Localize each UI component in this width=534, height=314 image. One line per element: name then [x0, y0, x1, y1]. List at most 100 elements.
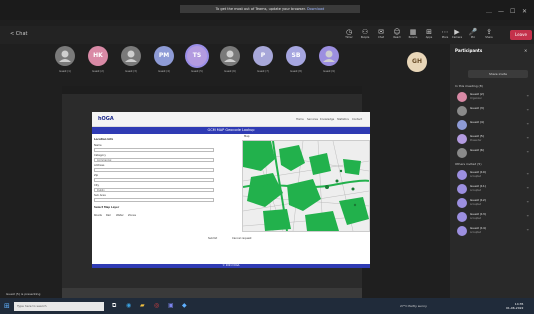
category-select[interactable]: Commercial: [94, 158, 214, 162]
form-section-title: Location Info: [94, 138, 114, 141]
participant-avatar[interactable]: [319, 46, 339, 66]
webpage-nav-link[interactable]: Contact: [352, 118, 362, 121]
map-canvas: [243, 141, 369, 231]
browser-update-notice: To get the most out of Teams, update you…: [180, 5, 360, 13]
field-label: City: [94, 184, 100, 187]
self-avatar[interactable]: GH: [407, 52, 427, 72]
webpage-title: GCM MAP Geocode Lookup: [92, 127, 370, 134]
chrome-icon[interactable]: ◎: [154, 302, 159, 309]
participant-row[interactable]: Guest (11) Accepted ⌁: [457, 183, 531, 197]
participant-row[interactable]: Guest (13) Accepted ⌁: [457, 211, 531, 225]
mic-button[interactable]: 🎤 Mic: [466, 28, 480, 39]
participant-avatar[interactable]: TS: [187, 46, 207, 66]
toolbar-label: Camera: [451, 36, 463, 39]
store-icon[interactable]: ◆: [182, 302, 187, 309]
teams-icon[interactable]: ▣: [168, 302, 174, 309]
clock-button[interactable]: ◷ Timer: [342, 28, 356, 39]
avatar: [457, 170, 467, 180]
leave-button[interactable]: Leave: [510, 30, 532, 40]
mic-off-icon: ⌁: [526, 213, 529, 218]
participant-name: Guest (8): [290, 70, 302, 73]
field-label: Name: [94, 144, 102, 147]
taskbar-search-input[interactable]: Type here to search: [14, 302, 104, 311]
apps-button[interactable]: ⊞ Apps: [422, 28, 436, 39]
clock-date: 01-06-2022: [506, 306, 524, 310]
participant-avatar[interactable]: HK: [88, 46, 108, 66]
avatar: [457, 148, 467, 158]
others-invited-section[interactable]: Others invited (5): [455, 162, 482, 166]
people-button[interactable]: ⚇ People: [358, 28, 372, 39]
task-view-icon[interactable]: ⧉: [112, 302, 116, 310]
layer-option[interactable]: Zones: [128, 214, 136, 217]
participant-row[interactable]: Guest (5) Presenter ⌁: [457, 133, 531, 147]
share-button[interactable]: ⇪ Share: [482, 28, 496, 39]
participant-row[interactable]: Guest (4) ⌁: [457, 119, 531, 133]
minimize-icon[interactable]: —: [498, 8, 504, 15]
participant-row-name: Guest (11): [470, 184, 486, 188]
participant-row-status: Presenter: [470, 139, 482, 142]
avatar: [457, 198, 467, 208]
close-window-icon[interactable]: ✕: [522, 8, 527, 15]
share-icon: ⇪: [486, 28, 492, 36]
maximize-icon[interactable]: ☐: [510, 8, 515, 15]
system-clock[interactable]: 14:35 01-06-2022: [506, 302, 523, 310]
participant-avatar[interactable]: [121, 46, 141, 66]
participant-avatar[interactable]: [220, 46, 240, 66]
participant-avatar[interactable]: [55, 46, 75, 66]
explorer-icon[interactable]: ▰: [140, 302, 145, 309]
webpage-nav-link[interactable]: Home: [296, 118, 304, 121]
participant-row[interactable]: Guest (14) Accepted ⌁: [457, 225, 531, 239]
participant-avatar[interactable]: PM: [154, 46, 174, 66]
layer-option[interactable]: Rail: [106, 214, 111, 217]
in-meeting-section[interactable]: In this meeting (8): [455, 84, 483, 88]
webpage-logo: hOGA: [98, 116, 114, 122]
notice-download-link[interactable]: Download: [307, 7, 324, 11]
edge-icon[interactable]: ◉: [126, 302, 131, 309]
participant-row-name: Guest (12): [470, 198, 486, 202]
cancel-request-link[interactable]: Cancel request: [232, 237, 251, 240]
camera-button[interactable]: ▶ Camera: [450, 28, 464, 39]
field-label: Sub Area: [94, 194, 106, 197]
zip-field[interactable]: [94, 178, 214, 182]
address-field[interactable]: [94, 168, 214, 172]
webpage-nav-link[interactable]: Knowledge: [320, 118, 334, 121]
rooms-button[interactable]: ▦ Rooms: [406, 28, 420, 39]
mic-off-icon: ⌁: [526, 199, 529, 204]
participant-row[interactable]: Guest (12) Accepted ⌁: [457, 197, 531, 211]
webpage-nav-link[interactable]: Services: [307, 118, 318, 121]
chat-icon: ✉: [378, 28, 384, 36]
participant-row[interactable]: Guest (6) ⌁: [457, 147, 531, 161]
name-field[interactable]: [94, 148, 214, 152]
webpage-nav-link[interactable]: Statistics: [337, 118, 349, 121]
layer-option[interactable]: Water: [116, 214, 124, 217]
toolbar-label: Share: [485, 36, 493, 39]
subarea-field[interactable]: [94, 198, 214, 202]
participant-row[interactable]: Guest (2) Organizer ⌁: [457, 91, 531, 105]
participant-avatar[interactable]: P: [253, 46, 273, 66]
close-icon[interactable]: ✕: [524, 48, 527, 53]
people-icon: ⚇: [361, 28, 369, 36]
back-to-chat-button[interactable]: < Chat: [10, 31, 27, 37]
react-button[interactable]: ☺ React: [390, 28, 404, 39]
participant-row-name: Guest (5): [470, 134, 485, 138]
participant-row[interactable]: Guest (3) ⌁: [457, 105, 531, 119]
geocode-map[interactable]: [242, 140, 370, 232]
weather-widget[interactable]: 27°C Partly sunny: [400, 304, 427, 308]
window-more-icon[interactable]: …: [486, 8, 492, 15]
toolbar-label: Mic: [470, 36, 476, 39]
windows-start-icon[interactable]: ⊞: [4, 302, 10, 310]
city-field[interactable]: Dublin: [94, 188, 214, 192]
layer-option[interactable]: Roads: [94, 214, 102, 217]
share-invite-button[interactable]: Share invite: [468, 70, 528, 78]
field-label: Address: [94, 164, 105, 167]
map-label: Map: [244, 135, 250, 138]
rooms-icon: ▦: [409, 28, 417, 36]
chat-button[interactable]: ✉ Chat: [374, 28, 388, 39]
webpage-footer: © 2021 hOGA: [92, 264, 370, 268]
avatar: [457, 134, 467, 144]
participant-avatar[interactable]: SB: [286, 46, 306, 66]
participant-row[interactable]: Guest (10) Accepted ⌁: [457, 169, 531, 183]
submit-button[interactable]: Submit: [208, 237, 217, 240]
participant-row-name: Guest (4): [470, 120, 485, 124]
notice-text: To get the most out of Teams, update you…: [215, 7, 306, 11]
